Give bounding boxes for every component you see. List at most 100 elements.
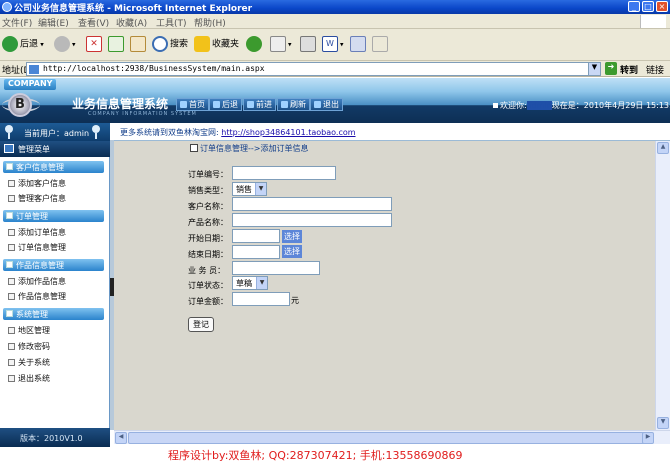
pin-icon [92,125,100,139]
menu-favorites[interactable]: 收藏(A) [116,16,147,29]
word-icon: W [322,36,338,52]
chevron-down-icon: ▼ [256,277,267,289]
horizontal-scrollbar[interactable]: ◀ ▶ [114,430,670,444]
amount-unit: 元 [291,296,299,305]
start-date-pick-button[interactable]: 选择 [282,230,302,243]
scroll-right-icon[interactable]: ▶ [642,432,654,444]
nav-logout-button[interactable]: 退出 [310,98,343,111]
order-amount-input[interactable] [232,292,290,306]
refresh-button[interactable] [108,36,126,54]
sidebar-group-orders[interactable]: 订单管理 [3,210,104,222]
stop-button[interactable]: ✕ [86,36,104,54]
window-title: 公司业务信息管理系统 - Microsoft Internet Explorer [14,4,253,14]
company-tag: COMPANY [4,79,57,90]
address-input[interactable]: http://localhost:2938/BusinessSystem/mai… [26,62,601,76]
scroll-up-icon[interactable]: ▲ [657,142,669,154]
sidebar-item-exit[interactable]: 退出系统 [8,373,50,384]
back-button[interactable]: 后退 ▾ [2,36,44,54]
discuss-button[interactable] [350,36,368,54]
menu-file[interactable]: 文件(F) [2,16,32,29]
order-status-select[interactable]: 草稿 ▼ [232,276,268,290]
forward-button[interactable]: ▾ [54,36,76,54]
menu-edit[interactable]: 编辑(E) [38,16,69,29]
sidebar-item-add-customer[interactable]: 添加客户信息 [8,178,66,189]
clock-time: 15:13:32 [645,101,670,110]
folder-icon [6,310,13,317]
scroll-down-icon[interactable]: ▼ [657,417,669,429]
nav-back-button[interactable]: 后退 [209,98,242,111]
messenger-icon [372,36,388,52]
back-arrow-icon [2,36,18,52]
nav-home-button[interactable]: 首页 [176,98,209,111]
refresh-icon [108,36,124,52]
sidebar-item-add-order[interactable]: 添加订单信息 [8,227,66,238]
sidebar-item-add-work[interactable]: 添加作品信息 [8,276,66,287]
menu-view[interactable]: 查看(V) [78,16,109,29]
sidebar-group-works[interactable]: 作品信息管理 [3,259,104,271]
sidebar-group-system[interactable]: 系统管理 [3,308,104,320]
end-date-input[interactable] [232,245,280,259]
welcome-user: admin [526,101,552,110]
version-bar: 版本：2010V1.0 [0,428,110,447]
sidebar-item-manage-orders[interactable]: 订单信息管理 [8,242,66,253]
power-icon [314,101,321,108]
minimize-button[interactable]: _ [628,1,640,12]
customer-name-input[interactable] [232,197,392,211]
go-arrow-icon[interactable]: ➜ [605,62,617,75]
current-user: 当前用户：admin [24,129,90,138]
maximize-button[interactable]: □ [642,1,654,12]
sidebar-item-manage-customers[interactable]: 管理客户信息 [8,193,66,204]
nav-forward-button[interactable]: 前进 [243,98,276,111]
links-label[interactable]: 链接 [646,63,664,76]
start-date-label: 开始日期： [188,234,228,243]
stop-icon: ✕ [86,36,102,52]
messenger-button[interactable] [372,36,390,54]
submit-button[interactable]: 登记 [188,317,214,332]
salesperson-label: 业 务 员： [188,266,226,275]
current-user-bar: 当前用户：admin [0,123,110,141]
sale-type-select[interactable]: 销售 ▼ [232,182,267,196]
browser-toolbar: 后退 ▾ ▾ ✕ 搜索 收藏夹 ▾ W ▾ [0,29,670,61]
doc-icon [8,293,15,300]
windows-flag-icon [640,15,666,28]
folder-icon [6,212,13,219]
sidebar-item-about[interactable]: 关于系统 [8,357,50,368]
salesperson-input[interactable] [232,261,320,275]
print-button[interactable] [300,36,318,54]
sidebar-item-manage-works[interactable]: 作品信息管理 [8,291,66,302]
sidebar-item-regions[interactable]: 地区管理 [8,325,50,336]
go-button[interactable]: 转到 [620,63,638,76]
product-name-input[interactable] [232,213,392,227]
pin-icon [5,125,13,139]
menu-help[interactable]: 帮助(H) [194,16,226,29]
scroll-left-icon[interactable]: ◀ [115,432,127,444]
sidebar-group-customers[interactable]: 客户信息管理 [3,161,104,173]
mail-button[interactable]: ▾ [270,36,292,54]
logo-badge-icon: B [8,93,32,117]
favorites-button[interactable]: 收藏夹 [194,36,239,54]
doc-icon [8,359,15,366]
bullet-icon [493,103,498,108]
history-button[interactable] [246,36,264,54]
page-icon [29,65,39,74]
vertical-scrollbar[interactable]: ▲ ▼ [655,141,670,430]
notice-bar: 更多系统请到双鱼林淘宝网: http://shop34864101.taobao… [114,123,670,141]
menu-tools[interactable]: 工具(T) [156,16,187,29]
shop-link[interactable]: http://shop34864101.taobao.com [221,128,355,137]
order-no-label: 订单编号： [188,170,228,179]
search-button[interactable]: 搜索 [152,36,188,54]
end-date-pick-button[interactable]: 选择 [282,245,302,258]
close-button[interactable]: × [656,1,668,12]
edit-button[interactable]: W ▾ [322,36,344,54]
star-icon [194,36,210,52]
sidebar-item-change-password[interactable]: 修改密码 [8,341,50,352]
home-button[interactable] [130,36,148,54]
scroll-thumb[interactable] [128,432,652,444]
start-date-input[interactable] [232,229,280,243]
order-no-input[interactable] [232,166,336,180]
doc-icon [8,327,15,334]
address-dropdown-icon[interactable]: ▼ [588,63,600,75]
notice-text: 更多系统请到双鱼林淘宝网: [120,128,219,137]
order-status-label: 订单状态： [188,281,228,290]
nav-refresh-button[interactable]: 刷新 [277,98,310,111]
